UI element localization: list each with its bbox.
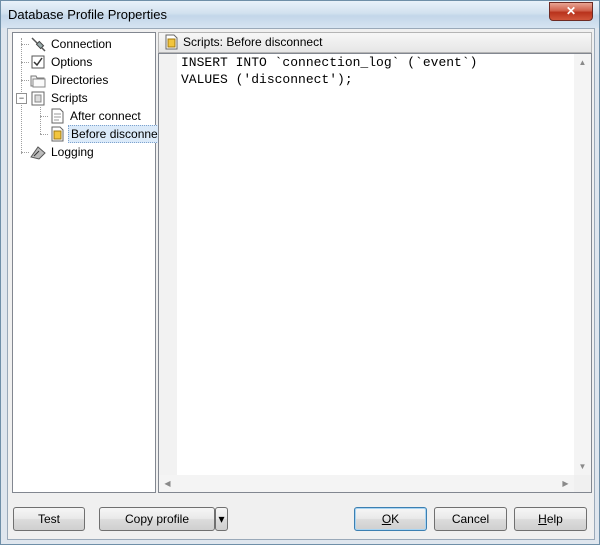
script-page-icon (49, 108, 65, 124)
scripts-collapse-toggle[interactable]: − (16, 93, 27, 104)
tree-line (21, 80, 29, 81)
scroll-left-icon[interactable]: ◀ (159, 475, 176, 492)
close-button[interactable]: ✕ (549, 2, 593, 21)
tree-line (21, 62, 29, 63)
category-tree[interactable]: − Connection Options Directories Scripts… (12, 32, 167, 493)
tree-line (21, 44, 29, 45)
script-code[interactable]: INSERT INTO `connection_log` (`event`) VA… (181, 54, 477, 88)
scripts-icon (30, 90, 46, 106)
vertical-scrollbar[interactable]: ▲ ▼ (574, 54, 591, 475)
chevron-down-icon: ▾ (218, 512, 225, 526)
ok-label-accel: O (381, 512, 392, 526)
dialog-window: Database Profile Properties ✕ − Connecti… (0, 0, 600, 545)
script-editor[interactable]: INSERT INTO `connection_log` (`event`) VA… (158, 53, 592, 493)
ok-label-rest: K (391, 512, 400, 526)
dialog-client-area: − Connection Options Directories Scripts… (7, 28, 595, 540)
tree-item-label: Options (51, 55, 93, 69)
tree-item-label: Scripts (51, 91, 88, 105)
script-page-highlight-icon (164, 34, 178, 50)
window-title: Database Profile Properties (8, 7, 167, 22)
panel-header-title: Scripts: Before disconnect (183, 35, 323, 49)
help-label-accel: H (538, 512, 547, 526)
code-line: VALUES ('disconnect'); (181, 72, 353, 87)
scrollbar-corner (574, 475, 591, 492)
copy-profile-dropdown-button[interactable]: ▾ (215, 507, 228, 531)
tree-line (40, 116, 48, 117)
cancel-button[interactable]: Cancel (434, 507, 507, 531)
tree-item-label: After connect (70, 109, 141, 123)
ok-button[interactable]: OK (354, 507, 427, 531)
help-button[interactable]: Help (514, 507, 587, 531)
scroll-down-icon[interactable]: ▼ (574, 458, 591, 475)
tree-item-label: Directories (51, 73, 109, 87)
code-line: INSERT INTO `connection_log` (`event`) (181, 55, 478, 70)
editor-gutter (159, 54, 177, 475)
tree-line (21, 152, 29, 153)
test-button[interactable]: Test (13, 507, 85, 531)
connection-plug-icon (30, 36, 46, 52)
close-icon: ✕ (565, 4, 577, 18)
tree-line (40, 134, 48, 135)
scroll-right-icon[interactable]: ▶ (557, 475, 574, 492)
horizontal-scrollbar[interactable]: ◀ ▶ (159, 475, 574, 492)
title-bar[interactable]: Database Profile Properties ✕ (1, 1, 599, 28)
tree-item-label: Logging (51, 145, 94, 159)
tree-item-label: Connection (51, 37, 112, 51)
directories-folder-icon (30, 72, 46, 88)
panel-header: Scripts: Before disconnect (158, 32, 592, 53)
copy-profile-button[interactable]: Copy profile (99, 507, 215, 531)
tree-item-label: Before disconnec (68, 125, 167, 143)
logging-icon (30, 144, 46, 160)
script-page-highlight-icon (49, 126, 65, 142)
tree-line (40, 107, 41, 134)
help-label-rest: elp (546, 512, 563, 526)
scroll-up-icon[interactable]: ▲ (574, 54, 591, 71)
options-checkbox-icon (30, 54, 46, 70)
